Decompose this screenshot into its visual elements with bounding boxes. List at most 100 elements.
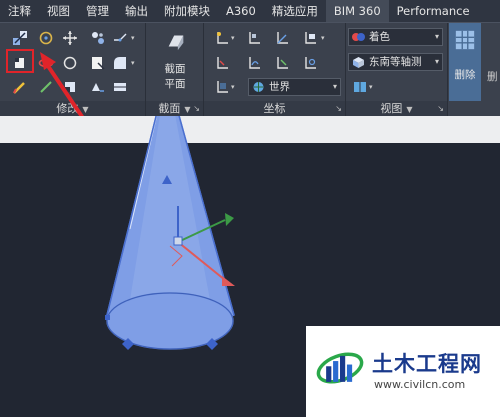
array-button[interactable] (88, 28, 108, 48)
polyline-icon (114, 33, 127, 42)
visual-style-combo[interactable]: 着色 ▾ (348, 28, 443, 46)
chevron-down-icon: ▾ (434, 57, 439, 66)
fillet-dropdown-icon[interactable]: ▾ (131, 53, 137, 73)
modify-panel-label[interactable]: 修改 ▼ (0, 101, 145, 117)
tab-featured-apps[interactable]: 精选应用 (264, 0, 326, 22)
ucs-origin-icon (305, 32, 316, 44)
chevron-down-icon: ▾ (332, 82, 337, 91)
delete-grid-icon (455, 30, 475, 50)
ucs-icon-button[interactable] (212, 77, 232, 97)
view-panel: 着色 ▾ 东南等轴测 ▾ ▾ 视图 ▼ ↘ (346, 23, 448, 117)
isometric-cube-icon (353, 57, 364, 68)
ribbon: ▾ ▾ 修改 ▼ 截面 平面 截面 ▼ ↘ ▾ ▾ ▾ 世界 ▾ 坐标 ↘ 着色… (0, 22, 500, 117)
visual-style-value: 着色 (369, 31, 390, 43)
ucs-y-button[interactable] (272, 53, 292, 73)
ucs-z-button[interactable] (300, 53, 320, 73)
ucs-3point-icon (217, 57, 228, 69)
erase-button[interactable] (10, 77, 30, 97)
rotate-3d-button[interactable] (36, 28, 56, 48)
move-button[interactable] (60, 28, 80, 48)
stretch-button[interactable] (88, 77, 108, 97)
ucs-combo[interactable]: 世界 ▾ (248, 78, 341, 96)
line-dropdown-icon[interactable]: ▾ (131, 28, 137, 48)
delete-button-label: 删除 (454, 69, 476, 81)
tab-performance[interactable]: Performance (389, 0, 478, 22)
pencil-icon (13, 82, 25, 94)
tab-addins[interactable]: 附加模块 (156, 0, 218, 22)
tab-view[interactable]: 视图 (39, 0, 78, 22)
ucs-origin-button[interactable] (300, 28, 320, 48)
panel-expand-icon: ▼ (184, 105, 191, 114)
viewport-config-icon (354, 82, 366, 92)
view-direction-combo[interactable]: 东南等轴测 ▾ (348, 53, 443, 71)
view-panel-label[interactable]: 视图 ▼ ↘ (346, 101, 447, 117)
ucs-origin-dropdown-icon[interactable]: ▾ (321, 28, 327, 48)
solid-editing-button[interactable] (10, 28, 30, 48)
ucs-3point-button[interactable] (212, 53, 232, 73)
offset-button[interactable] (36, 77, 56, 97)
ribbon-tab-bar: 注释 视图 管理 输出 附加模块 A360 精选应用 BIM 360 Perfo… (0, 0, 500, 22)
ellipse-icon (38, 58, 54, 68)
array-icon (92, 32, 104, 44)
autocad-window: 注释 视图 管理 输出 附加模块 A360 精选应用 BIM 360 Perfo… (0, 0, 500, 417)
section-plane-icon (168, 35, 184, 51)
viewport-config-button[interactable] (350, 77, 370, 97)
dialog-launcher-icon[interactable]: ↘ (193, 101, 200, 117)
section-plane-button[interactable]: 截面 平面 (146, 61, 204, 91)
ucs-named-icon (249, 32, 260, 44)
section-plane-label-2: 平面 (164, 78, 186, 90)
watermark-url: www.civilcn.com (374, 378, 466, 391)
copy-button[interactable] (88, 53, 108, 73)
chevron-down-icon: ▾ (434, 32, 439, 41)
delete-button[interactable]: 删除 (449, 23, 481, 101)
ucs-x-button[interactable] (244, 53, 264, 73)
rotate-icon (39, 31, 53, 45)
copy-icon (92, 57, 105, 70)
view-direction-value: 东南等轴测 (369, 56, 422, 68)
explode-button[interactable] (110, 77, 130, 97)
civil-engineering-logo-icon (316, 352, 364, 384)
ucs-z-icon (305, 57, 316, 69)
ucs-x-icon (249, 57, 260, 69)
ucs-world-button[interactable] (272, 28, 292, 48)
solid-edit-icon (13, 31, 27, 45)
scale-button[interactable] (60, 77, 80, 97)
section-plane-label-1: 截面 (164, 63, 186, 75)
site-watermark: 土木工程网 www.civilcn.com (306, 326, 500, 417)
ucs-world-icon (277, 32, 288, 44)
dialog-launcher-icon[interactable]: ↘ (335, 101, 342, 117)
tab-output[interactable]: 输出 (117, 0, 156, 22)
ucs-icon-dropdown-icon[interactable]: ▾ (231, 77, 237, 97)
dialog-launcher-icon[interactable]: ↘ (437, 101, 444, 117)
section-plane-icon-wrap (164, 29, 188, 53)
tab-manage[interactable]: 管理 (78, 0, 117, 22)
stretch-icon (92, 83, 104, 92)
mirror-button[interactable] (36, 53, 56, 73)
offset-icon (40, 81, 52, 93)
tab-bim360[interactable]: BIM 360 (325, 0, 389, 22)
section-panel: 截面 平面 截面 ▼ ↘ (146, 23, 204, 117)
tab-a360[interactable]: A360 (218, 0, 264, 22)
ucs-icon (217, 32, 228, 44)
fillet-button[interactable] (110, 53, 130, 73)
section-panel-label[interactable]: 截面 ▼ ↘ (146, 101, 203, 117)
circle-button[interactable] (60, 53, 80, 73)
tab-annotate[interactable]: 注释 (0, 0, 39, 22)
ucs-view-icon (217, 81, 228, 93)
coordinates-panel-label[interactable]: 坐标 ↘ (204, 101, 345, 117)
ucs-combo-value: 世界 (269, 81, 290, 93)
line-button[interactable] (110, 28, 130, 48)
truncated-ribbon-label: 删 (487, 71, 498, 83)
watermark-title: 土木工程网 (372, 352, 482, 376)
ucs-button[interactable] (212, 28, 232, 48)
explode-icon (114, 83, 126, 91)
ucs-dropdown-icon[interactable]: ▾ (231, 28, 237, 48)
move-icon (63, 31, 77, 45)
annotation-highlight-box (6, 49, 34, 73)
scale-icon (65, 82, 75, 92)
fillet-icon (114, 57, 126, 69)
viewport-config-dropdown-icon[interactable]: ▾ (369, 77, 375, 97)
coordinates-panel: ▾ ▾ ▾ 世界 ▾ 坐标 ↘ (204, 23, 346, 117)
ucs-named-button[interactable] (244, 28, 264, 48)
globe-icon (253, 82, 264, 92)
